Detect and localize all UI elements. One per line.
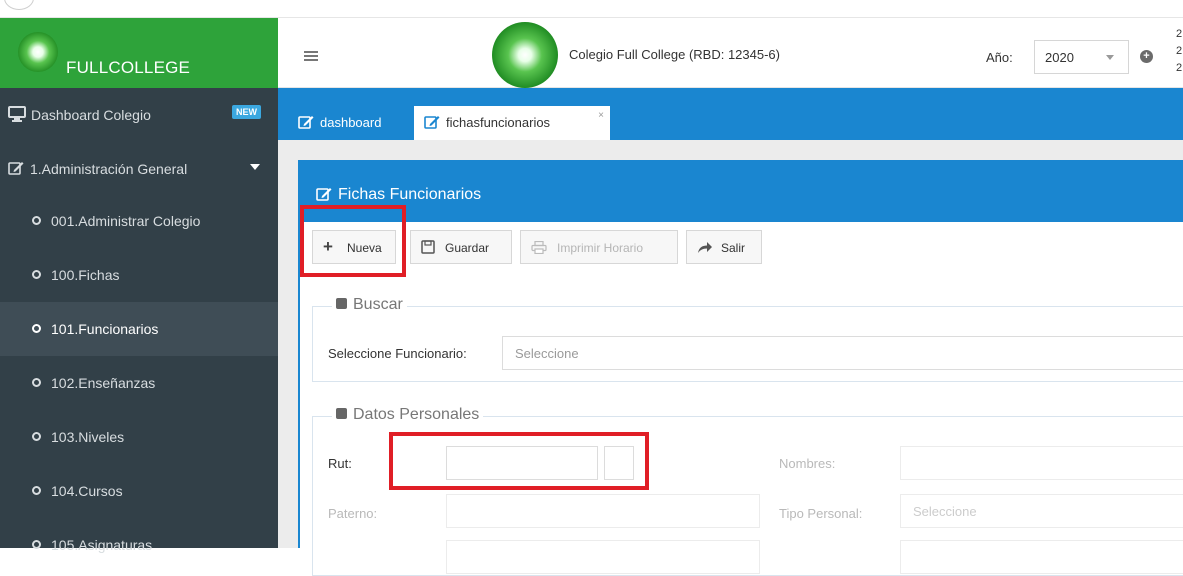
tab-fichasfuncionarios[interactable]: fichasfuncionarios × <box>414 106 610 140</box>
edit-icon <box>424 116 440 129</box>
extra-input[interactable] <box>900 540 1183 574</box>
monitor-icon <box>8 106 26 122</box>
sidebar-item-ensenanzas[interactable]: 102.Enseñanzas <box>0 356 278 410</box>
sidebar-section-label: 1.Administración General <box>30 161 188 177</box>
print-icon <box>531 241 547 254</box>
school-name: Colegio Full College (RBD: 12345-6) <box>569 47 780 62</box>
legend-label: Buscar <box>353 296 403 313</box>
funcionario-select[interactable]: Seleccione <box>502 336 1183 370</box>
sidebar-item-label: 102.Enseñanzas <box>51 375 156 391</box>
datos-personales-legend[interactable]: Datos Personales <box>332 406 484 424</box>
seleccione-funcionario-label: Seleccione Funcionario: <box>328 346 467 361</box>
sidebar-item-label: 105.Asignaturas <box>51 537 153 553</box>
brand-logo[interactable]: FULLCOLLEGE <box>0 18 278 88</box>
circle-icon <box>32 270 41 279</box>
sidebar-section-admin[interactable]: 1.Administración General <box>0 142 278 194</box>
highlight-box-nueva <box>300 205 406 277</box>
year-label: Año: <box>986 50 1013 65</box>
circle-icon <box>32 324 41 333</box>
tipo-personal-select[interactable]: Seleccione <box>900 494 1183 528</box>
sidebar-item-label: 100.Fichas <box>51 267 120 283</box>
legend-label: Datos Personales <box>353 406 480 423</box>
brand-name: FULLCOLLEGE <box>66 58 191 77</box>
new-badge: NEW <box>232 105 261 119</box>
header-number: 2 <box>1176 45 1183 57</box>
tab-dashboard[interactable]: dashboard <box>290 106 408 140</box>
header-number: 2 <box>1176 28 1183 40</box>
guardar-button[interactable]: Guardar <box>410 230 512 264</box>
tipo-personal-label: Tipo Personal: <box>779 506 863 521</box>
edit-icon <box>316 188 332 201</box>
header-right-numbers: 2 2 2 <box>1176 26 1182 77</box>
buscar-legend[interactable]: Buscar <box>332 296 407 314</box>
highlight-box-rut <box>389 432 649 490</box>
nombres-label: Nombres: <box>779 456 836 471</box>
sidebar-item-fichas[interactable]: 100.Fichas <box>0 248 278 302</box>
materno-input[interactable] <box>446 540 760 574</box>
edit-icon <box>8 162 24 175</box>
sidebar-item-funcionarios[interactable]: 101.Funcionarios <box>0 302 278 356</box>
panel-title: Fichas Funcionarios <box>338 186 482 203</box>
nombres-input[interactable] <box>900 446 1183 480</box>
close-icon[interactable]: × <box>598 110 604 121</box>
sidebar-item-asignaturas[interactable]: 105.Asignaturas <box>0 518 278 553</box>
collapse-icon <box>336 408 347 419</box>
caret-down-icon <box>250 164 260 170</box>
brand-ball-icon <box>18 32 58 72</box>
salir-button[interactable]: Salir <box>686 230 762 264</box>
tab-label: fichasfuncionarios <box>446 115 551 130</box>
top-header: Colegio Full College (RBD: 12345-6) Año:… <box>278 18 1183 88</box>
year-value: 2020 <box>1045 50 1074 65</box>
sidebar-item-label: 103.Niveles <box>51 429 125 445</box>
share-arrow-icon <box>698 242 712 253</box>
edit-icon <box>298 116 314 129</box>
school-logo <box>492 22 558 88</box>
sidebar: Dashboard Colegio NEW 1.Administración G… <box>0 88 278 553</box>
panel-header: Fichas Funcionarios <box>300 160 1183 222</box>
imprimir-horario-button[interactable]: Imprimir Horario <box>520 230 678 264</box>
sidebar-item-label: 101.Funcionarios <box>51 321 159 337</box>
window-arc <box>4 0 34 10</box>
collapse-icon <box>336 298 347 309</box>
header-number: 2 <box>1176 62 1183 74</box>
sidebar-item-label: Dashboard Colegio <box>31 107 151 123</box>
circle-icon <box>32 432 41 441</box>
hamburger-icon[interactable] <box>304 51 318 61</box>
paterno-input[interactable] <box>446 494 760 528</box>
add-circle-icon[interactable]: + <box>1140 50 1153 63</box>
sidebar-item-niveles[interactable]: 103.Niveles <box>0 410 278 464</box>
button-label: Guardar <box>445 241 490 255</box>
top-strip <box>0 0 1183 18</box>
sidebar-item-dashboard[interactable]: Dashboard Colegio NEW <box>0 88 278 142</box>
button-label: Imprimir Horario <box>557 241 644 255</box>
select-placeholder: Seleccione <box>515 346 579 361</box>
circle-icon <box>32 486 41 495</box>
paterno-label: Paterno: <box>328 506 378 521</box>
sidebar-item-label: 001.Administrar Colegio <box>51 213 201 229</box>
rut-label: Rut: <box>328 456 352 471</box>
sidebar-item-cursos[interactable]: 104.Cursos <box>0 464 278 518</box>
button-label: Salir <box>721 241 746 255</box>
tab-label: dashboard <box>320 115 382 130</box>
select-placeholder: Seleccione <box>913 504 977 519</box>
tab-bar: dashboard fichasfuncionarios × <box>278 88 1183 140</box>
save-icon <box>421 240 435 254</box>
sidebar-item-label: 104.Cursos <box>51 483 123 499</box>
circle-icon <box>32 216 41 225</box>
chevron-down-icon <box>1106 55 1114 60</box>
sidebar-item-administrar-colegio[interactable]: 001.Administrar Colegio <box>0 194 278 248</box>
circle-icon <box>32 378 41 387</box>
year-select[interactable]: 2020 <box>1034 40 1129 74</box>
